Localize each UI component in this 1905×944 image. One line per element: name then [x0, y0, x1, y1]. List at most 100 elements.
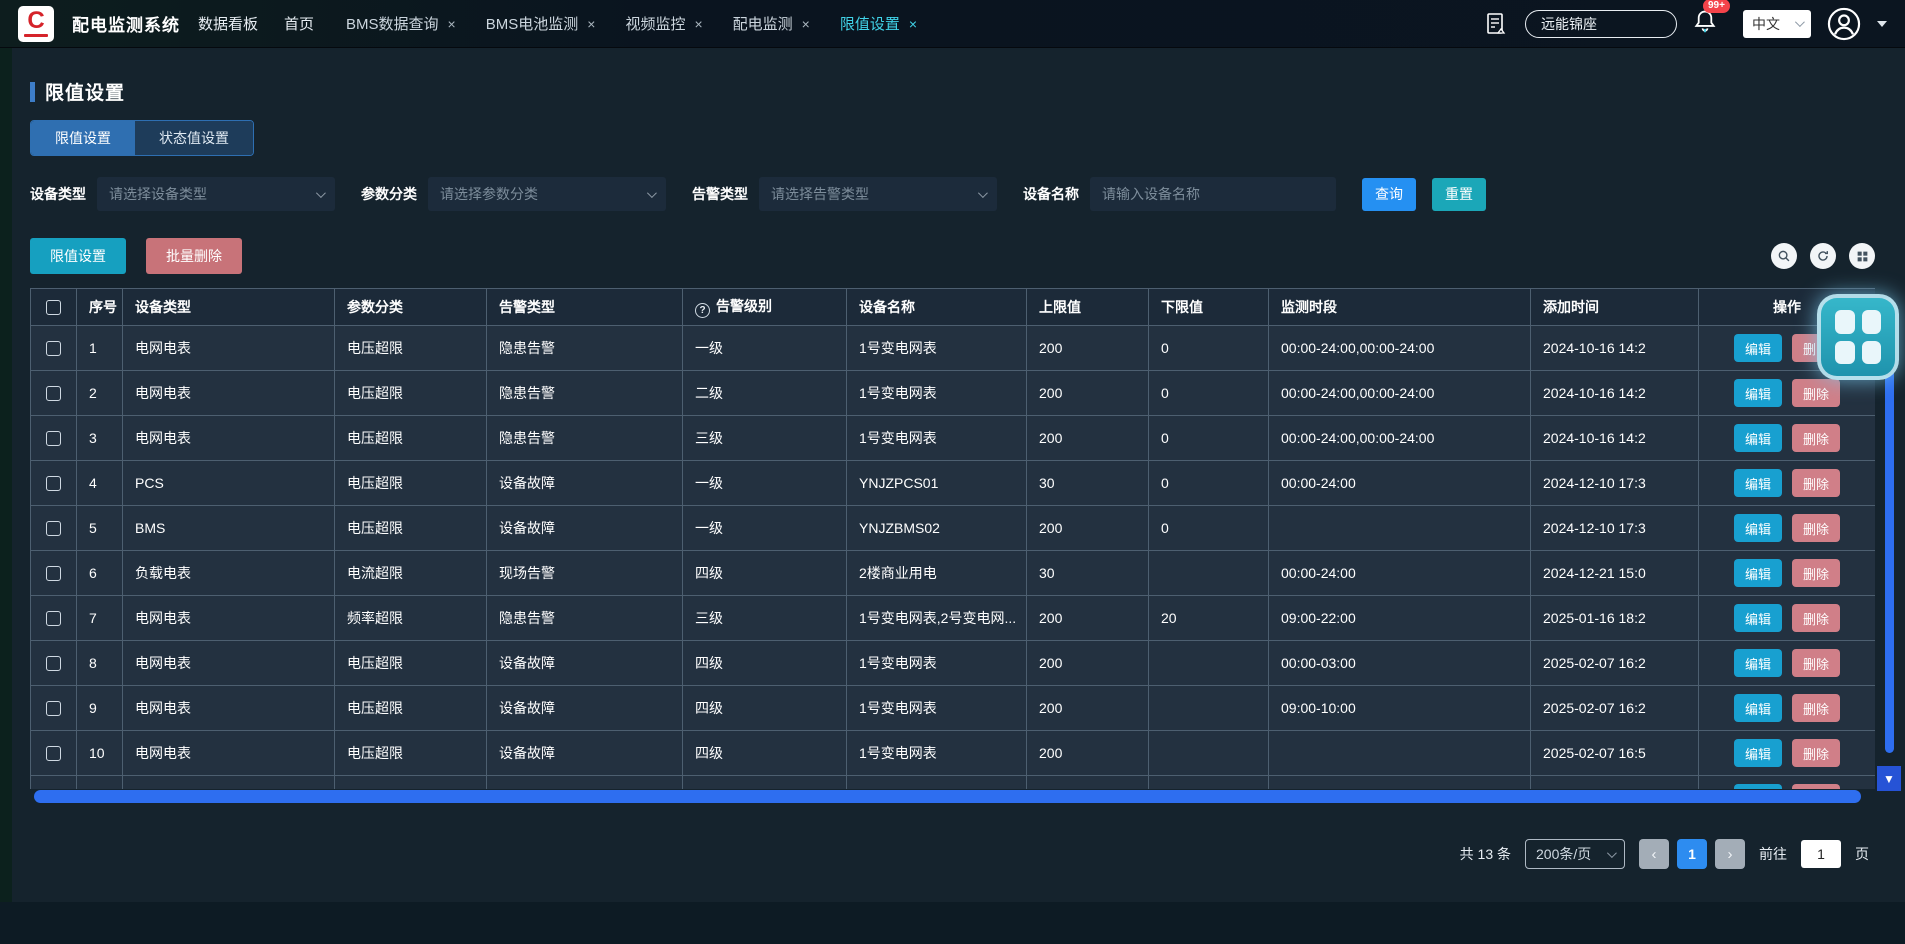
tab-close-icon[interactable]: ×	[694, 16, 702, 32]
user-avatar[interactable]	[1827, 7, 1861, 41]
help-icon[interactable]: ?	[695, 303, 710, 318]
param-category-select[interactable]: 请选择参数分类	[428, 177, 666, 211]
vertical-scrollbar-thumb[interactable]	[1885, 328, 1894, 753]
edit-button[interactable]: 编辑	[1734, 694, 1782, 722]
language-select[interactable]: 中文	[1743, 10, 1811, 38]
current-page-button[interactable]: 1	[1677, 839, 1707, 869]
prev-page-button[interactable]: ‹	[1639, 839, 1669, 869]
delete-button[interactable]: 删除	[1792, 649, 1840, 677]
table-search-button[interactable]	[1771, 243, 1797, 269]
tab-close-icon[interactable]: ×	[587, 16, 595, 32]
cell-lower-limit	[1149, 731, 1269, 776]
row-checkbox[interactable]	[46, 701, 61, 716]
row-checkbox[interactable]	[46, 521, 61, 536]
user-menu-caret-icon[interactable]	[1877, 21, 1887, 27]
delete-button[interactable]: 删除	[1792, 559, 1840, 587]
scroll-down-button[interactable]: ▼	[1877, 766, 1901, 791]
nav-tab-5[interactable]: 限值设置×	[840, 13, 917, 34]
menu-item-home[interactable]: 首页	[284, 13, 314, 34]
horizontal-scrollbar-thumb[interactable]	[34, 790, 1861, 803]
edit-button[interactable]: 编辑	[1734, 784, 1782, 789]
next-page-button[interactable]: ›	[1715, 839, 1745, 869]
row-checkbox[interactable]	[46, 431, 61, 446]
batch-delete-button[interactable]: 批量删除	[146, 238, 242, 274]
cell-param-category: 电压超限	[335, 641, 487, 686]
cell-monitor-period: 00:00-24:00	[1269, 461, 1531, 506]
page-size-select[interactable]: 200条/页	[1525, 839, 1625, 869]
table-header-row: 序号 设备类型 参数分类 告警类型 ?告警级别 设备名称 上限值 下限值 监测时…	[31, 289, 1876, 326]
delete-button[interactable]: 删除	[1792, 469, 1840, 497]
edit-button[interactable]: 编辑	[1734, 559, 1782, 587]
cell-device-name: 1号变电网表	[847, 641, 1027, 686]
row-checkbox[interactable]	[46, 746, 61, 761]
edit-button[interactable]: 编辑	[1734, 334, 1782, 362]
cell-device-name: 1号变电网表	[847, 326, 1027, 371]
tab-status-settings[interactable]: 状态值设置	[135, 121, 253, 155]
goto-page-input[interactable]	[1801, 840, 1841, 868]
edit-button[interactable]: 编辑	[1734, 379, 1782, 407]
floating-quick-menu-button[interactable]	[1817, 294, 1899, 380]
tab-limit-settings[interactable]: 限值设置	[31, 121, 135, 155]
menu-item-dashboard[interactable]: 数据看板	[198, 13, 258, 34]
cell-alarm-level: 三级	[683, 776, 847, 790]
station-selector[interactable]: 远能锦座	[1525, 10, 1677, 38]
delete-button[interactable]: 删除	[1792, 514, 1840, 542]
edit-button[interactable]: 编辑	[1734, 604, 1782, 632]
cell-alarm-type: 设备故障	[487, 461, 683, 506]
table-row: 1电网电表电压超限隐患告警一级1号变电网表200000:00-24:00,00:…	[31, 326, 1876, 371]
edit-button[interactable]: 编辑	[1734, 649, 1782, 677]
row-checkbox[interactable]	[46, 386, 61, 401]
delete-button[interactable]: 删除	[1792, 379, 1840, 407]
notifications-button[interactable]: 99+	[1693, 8, 1717, 39]
nav-tab-1[interactable]: BMS数据查询×	[346, 13, 456, 34]
cell-added-time: 2025-02-07 16:2	[1531, 641, 1699, 686]
query-button[interactable]: 查询	[1362, 178, 1416, 211]
tab-close-icon[interactable]: ×	[448, 16, 456, 32]
delete-button[interactable]: 删除	[1792, 424, 1840, 452]
table-row: 2电网电表电压超限隐患告警二级1号变电网表200000:00-24:00,00:…	[31, 371, 1876, 416]
device-type-select[interactable]: 请选择设备类型	[97, 177, 335, 211]
delete-button[interactable]: 删除	[1792, 739, 1840, 767]
table-row: 9电网电表电压超限设备故障四级1号变电网表20009:00-10:002025-…	[31, 686, 1876, 731]
nav-tab-2[interactable]: BMS电池监测×	[486, 13, 596, 34]
nav-tab-4[interactable]: 配电监测×	[733, 13, 810, 34]
reset-button[interactable]: 重置	[1432, 178, 1486, 211]
cell-param-category: 电压超限	[335, 506, 487, 551]
col-header-device-name: 设备名称	[847, 289, 1027, 326]
edit-button[interactable]: 编辑	[1734, 514, 1782, 542]
settings-tab-group: 限值设置 状态值设置	[30, 120, 254, 156]
goto-label: 前往	[1759, 844, 1787, 864]
alarm-type-select[interactable]: 请选择告警类型	[759, 177, 997, 211]
row-checkbox[interactable]	[46, 611, 61, 626]
table-row: 5BMS电压超限设备故障一级YNJZBMS0220002024-12-10 17…	[31, 506, 1876, 551]
table-refresh-button[interactable]	[1810, 243, 1836, 269]
delete-button[interactable]: 删除	[1792, 694, 1840, 722]
edit-button[interactable]: 编辑	[1734, 739, 1782, 767]
logo-swirl-icon: C	[27, 10, 44, 32]
cell-lower-limit	[1149, 776, 1269, 790]
delete-button[interactable]: 删除	[1792, 604, 1840, 632]
row-checkbox[interactable]	[46, 341, 61, 356]
edit-button[interactable]: 编辑	[1734, 424, 1782, 452]
cell-lower-limit: 0	[1149, 506, 1269, 551]
table-columns-button[interactable]	[1849, 243, 1875, 269]
nav-tab-3[interactable]: 视频监控×	[625, 13, 702, 34]
device-name-input[interactable]	[1090, 177, 1336, 211]
cell-param-category: 电压超限	[335, 326, 487, 371]
horizontal-scrollbar[interactable]	[30, 790, 1875, 803]
row-checkbox[interactable]	[46, 566, 61, 581]
col-header-device-type: 设备类型	[123, 289, 335, 326]
page-unit-label: 页	[1855, 844, 1869, 864]
col-header-alarm-level-text: 告警级别	[716, 298, 772, 314]
row-checkbox[interactable]	[46, 656, 61, 671]
limit-setting-button[interactable]: 限值设置	[30, 238, 126, 274]
row-checkbox[interactable]	[46, 476, 61, 491]
cell-device-type: 电网电表	[123, 686, 335, 731]
tab-close-icon[interactable]: ×	[802, 16, 810, 32]
edit-button[interactable]: 编辑	[1734, 469, 1782, 497]
delete-button[interactable]: 删除	[1792, 784, 1840, 789]
tab-close-icon[interactable]: ×	[909, 16, 917, 32]
select-all-checkbox[interactable]	[46, 300, 61, 315]
report-icon[interactable]	[1483, 11, 1509, 37]
table-row: 8电网电表电压超限设备故障四级1号变电网表20000:00-03:002025-…	[31, 641, 1876, 686]
